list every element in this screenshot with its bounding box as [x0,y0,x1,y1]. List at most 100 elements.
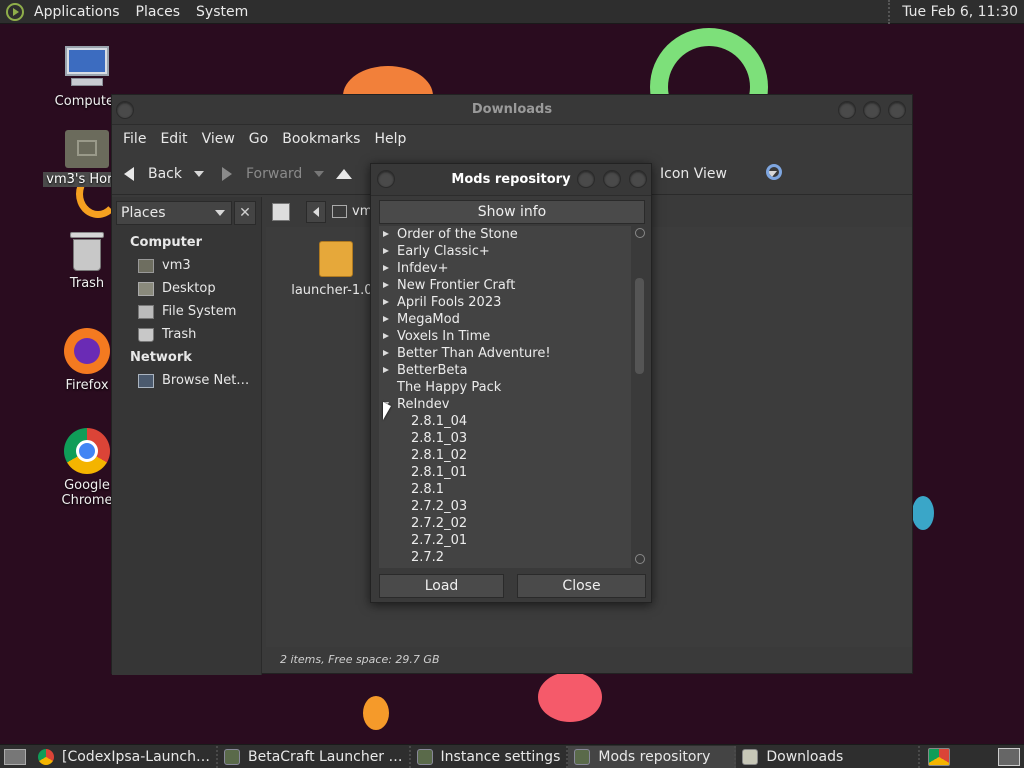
edit-location-icon[interactable] [272,203,290,221]
tree-row[interactable]: BetterBeta [379,362,631,379]
tree-row[interactable]: 2.8.1_02 [379,447,631,464]
tree-row-label: MegaMod [397,312,460,327]
sidebar-item-trash[interactable]: Trash [138,327,196,342]
sidebar-item-label: Desktop [162,281,216,296]
task-codexipsa[interactable]: [CodexIpsa-Launch… [32,745,218,768]
tree-row[interactable]: 2.7.2 [379,549,631,566]
system-menu[interactable]: System [188,4,256,20]
menubar: File Edit View Go Bookmarks Help [112,125,912,153]
tree-scrollbar[interactable] [633,226,647,568]
minimize-button[interactable] [577,170,595,188]
tree-row[interactable]: The Happy Pack [379,379,631,396]
task-downloads[interactable]: Downloads [736,745,921,768]
tree-row[interactable]: 2.8.1_03 [379,430,631,447]
close-dialog-button[interactable]: Close [517,574,646,598]
tray-chrome-icon[interactable] [928,747,951,766]
task-instance-settings[interactable]: Instance settings [411,745,569,768]
menu-bookmarks[interactable]: Bookmarks [275,131,367,147]
show-info-button[interactable]: Show info [379,200,645,224]
sidebar-item-desktop[interactable]: Desktop [138,281,216,296]
tree-row[interactable]: 2.7.2_01 [379,532,631,549]
path-segment-button[interactable]: vm [330,201,372,223]
mods-tree[interactable]: Order of the Stone Early Classic+ Infdev+ N… [379,226,631,568]
task-mods-repository[interactable]: Mods repository [568,745,737,768]
menu-go[interactable]: Go [242,131,275,147]
expander-closed-icon[interactable] [383,248,389,254]
scroll-down-icon[interactable] [635,554,645,564]
back-arrow-icon [124,166,134,181]
wallpaper-blob [538,672,602,722]
expander-closed-icon[interactable] [383,299,389,305]
show-desktop-icon[interactable] [4,748,26,765]
tree-row[interactable]: Early Classic+ [379,243,631,260]
load-button[interactable]: Load [379,574,504,598]
close-button[interactable] [629,170,647,188]
maximize-button[interactable] [603,170,621,188]
tree-row[interactable]: 2.8.1_01 [379,464,631,481]
sidebar-item-browse-network[interactable]: Browse Net… [138,373,249,388]
tree-row[interactable]: Infdev+ [379,260,631,277]
sidebar-item-vm3[interactable]: vm3 [138,258,191,273]
expander-closed-icon[interactable] [383,265,389,271]
tree-row[interactable]: April Fools 2023 [379,294,631,311]
up-arrow-icon[interactable] [336,168,353,179]
workspace-switcher-icon[interactable] [998,748,1020,766]
close-button[interactable] [888,101,906,119]
back-button[interactable]: Back [112,166,190,182]
tree-row[interactable]: ReIndev [379,396,631,413]
tree-row-label: 2.8.1_02 [411,448,468,463]
mods-repository-dialog: Mods repository Show info Order of the S… [370,163,652,603]
window-menu-button[interactable] [116,101,134,119]
places-menu[interactable]: Places [128,4,189,20]
tree-row-label: BetterBeta [397,363,468,378]
search-icon[interactable] [766,164,782,180]
back-label: Back [148,165,182,182]
tree-row[interactable]: Better Than Adventure! [379,345,631,362]
menu-file[interactable]: File [116,131,153,147]
window-menu-button[interactable] [377,170,395,188]
tree-row[interactable]: 2.8.1 [379,481,631,498]
expander-closed-icon[interactable] [383,231,389,237]
scrollbar-thumb[interactable] [635,278,644,374]
minimize-button[interactable] [838,101,856,119]
tree-row-label: Voxels In Time [397,329,491,344]
menu-view[interactable]: View [195,131,242,147]
sidebar-item-file-system[interactable]: File System [138,304,236,319]
expander-closed-icon[interactable] [383,282,389,288]
path-scroll-left-button[interactable] [306,201,326,223]
menu-help[interactable]: Help [367,131,413,147]
window-titlebar[interactable]: Downloads [112,95,912,125]
applications-menu[interactable]: Applications [26,4,128,20]
expander-closed-icon[interactable] [383,350,389,356]
expander-closed-icon[interactable] [383,333,389,339]
tree-row[interactable]: MegaMod [379,311,631,328]
view-mode-select[interactable]: Icon View [652,153,785,195]
tree-row-label: Early Classic+ [397,244,490,259]
tree-row[interactable]: 2.7.2_02 [379,515,631,532]
tree-row[interactable]: 2.7.2_03 [379,498,631,515]
expander-closed-icon[interactable] [383,367,389,373]
clock[interactable]: Tue Feb 6, 11:30 [888,0,1024,24]
close-sidebar-button[interactable]: ✕ [234,201,256,225]
scroll-up-icon[interactable] [635,228,645,238]
tree-row[interactable]: Order of the Stone [379,226,631,243]
view-mode-label: Icon View [660,166,727,182]
dialog-titlebar[interactable]: Mods repository [371,164,651,196]
places-combo-label: Places [121,205,166,221]
back-history-dropdown-icon[interactable] [194,170,204,177]
distro-logo-icon[interactable] [6,2,24,21]
tree-row[interactable]: New Frontier Craft [379,277,631,294]
expander-closed-icon[interactable] [383,316,389,322]
computer-icon [63,46,111,90]
task-betacraft[interactable]: BetaCraft Launcher … [218,745,411,768]
maximize-button[interactable] [863,101,881,119]
network-icon [138,373,154,388]
forward-button[interactable]: Forward [214,166,310,182]
forward-history-dropdown-icon[interactable] [314,170,325,177]
menu-edit[interactable]: Edit [153,131,194,147]
status-bar: 2 items, Free space: 29.7 GB [266,647,912,673]
tree-row-label: April Fools 2023 [397,295,502,310]
tree-row[interactable]: Voxels In Time [379,328,631,345]
places-combo[interactable]: Places [116,201,232,225]
tree-row[interactable]: 2.8.1_04 [379,413,631,430]
